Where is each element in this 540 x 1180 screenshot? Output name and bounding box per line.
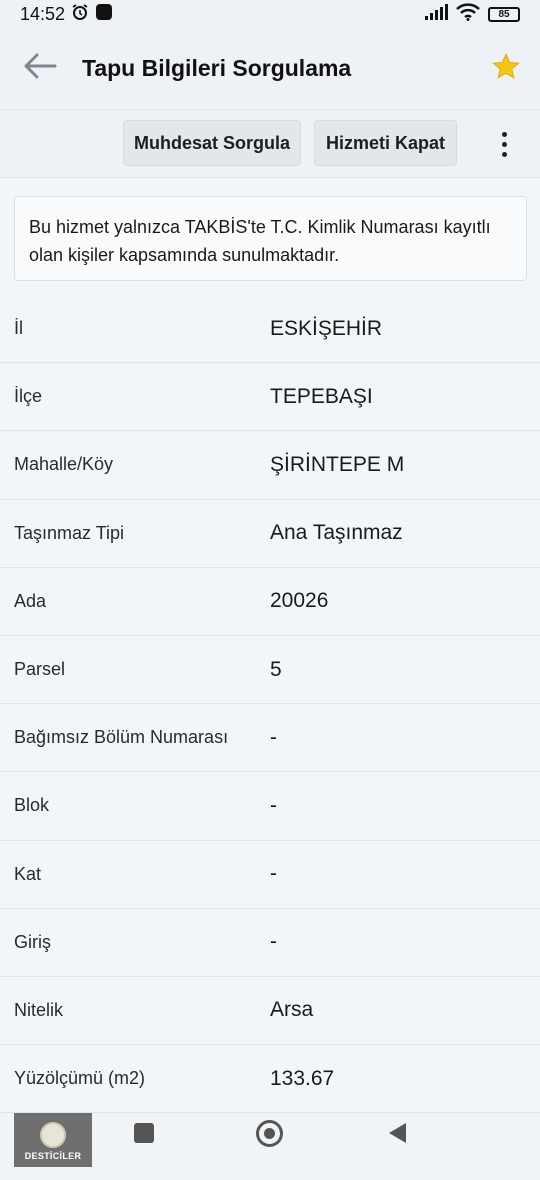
row-label: Giriş — [14, 931, 51, 952]
back-triangle-icon[interactable] — [386, 1121, 408, 1150]
recent-apps-icon[interactable] — [134, 1123, 154, 1143]
back-arrow-icon — [23, 53, 57, 84]
row-label: Ada — [14, 590, 47, 611]
info-notice: Bu hizmet yalnızca TAKBİS'te T.C. Kimlik… — [14, 196, 527, 281]
star-icon — [492, 52, 520, 85]
table-row: Kat - — [0, 841, 540, 909]
table-row: İlçe TEPEBAŞI — [0, 363, 540, 432]
alarm-icon — [71, 3, 89, 26]
row-value: ŞİRİNTEPE M — [270, 452, 405, 476]
row-label: Taşınmaz Tipi — [14, 522, 125, 543]
row-value: ESKİŞEHİR — [270, 316, 383, 340]
signal-icon — [424, 3, 448, 25]
table-row: Parsel 5 — [0, 636, 540, 705]
row-value: - — [270, 793, 277, 817]
logo-text: DESTİCİLER — [24, 1151, 82, 1161]
row-value: 133.67 — [270, 1066, 335, 1090]
table-row: Yüzölçümü (m2) 133.67 — [0, 1045, 540, 1114]
status-bar: 14:52 85 — [0, 0, 540, 28]
battery-indicator: 85 — [488, 6, 520, 22]
row-label: Nitelik — [14, 999, 64, 1020]
table-row: Blok - — [0, 772, 540, 841]
row-value: - — [270, 930, 277, 954]
favorite-button[interactable] — [486, 49, 526, 89]
more-vert-icon[interactable] — [494, 122, 514, 166]
page-title: Tapu Bilgileri Sorgulama — [82, 55, 352, 81]
app-bar: Tapu Bilgileri Sorgulama — [0, 28, 540, 110]
watermark-logo: DESTİCİLER — [14, 1113, 92, 1167]
table-row: Mahalle/Köy ŞİRİNTEPE M — [0, 431, 540, 500]
action-toolbar: Muhdesat Sorgula Hizmeti Kapat — [0, 110, 540, 178]
table-row: Taşınmaz Tipi Ana Taşınmaz — [0, 500, 540, 568]
table-row: İl ESKİŞEHİR — [0, 295, 540, 364]
table-row: Ada 20026 — [0, 568, 540, 636]
hizmeti-kapat-button[interactable]: Hizmeti Kapat — [314, 120, 457, 166]
logo-emblem-icon — [40, 1122, 66, 1148]
row-value: - — [270, 725, 277, 749]
status-time: 14:52 — [20, 3, 66, 24]
table-row: Nitelik Arsa — [0, 977, 540, 1046]
row-label: Bağımsız Bölüm Numarası — [14, 727, 229, 748]
table-row: Bağımsız Bölüm Numarası - — [0, 704, 540, 773]
row-label: Mahalle/Köy — [14, 454, 114, 475]
wifi-icon — [456, 2, 480, 26]
details-table: İl ESKİŞEHİR İlçe TEPEBAŞI Mahalle/Köy Ş… — [0, 295, 540, 1114]
muhdesat-sorgula-button[interactable]: Muhdesat Sorgula — [123, 120, 301, 166]
row-value: 5 — [270, 657, 282, 681]
row-value: 20026 — [270, 589, 329, 613]
row-label: Parsel — [14, 659, 66, 680]
row-value: Ana Taşınmaz — [270, 521, 403, 545]
row-label: İl — [14, 318, 23, 339]
row-value: TEPEBAŞI — [270, 384, 373, 408]
row-value: - — [270, 862, 277, 886]
notification-icon — [95, 3, 113, 26]
row-value: Arsa — [270, 998, 314, 1022]
row-label: Kat — [14, 863, 42, 884]
table-row: Giriş - — [0, 909, 540, 977]
row-label: İlçe — [14, 386, 43, 407]
row-label: Blok — [14, 795, 50, 816]
row-label: Yüzölçümü (m2) — [14, 1068, 146, 1089]
system-nav-bar: DESTİCİLER — [0, 1112, 540, 1180]
home-icon[interactable] — [256, 1120, 283, 1147]
back-button[interactable] — [10, 39, 70, 99]
